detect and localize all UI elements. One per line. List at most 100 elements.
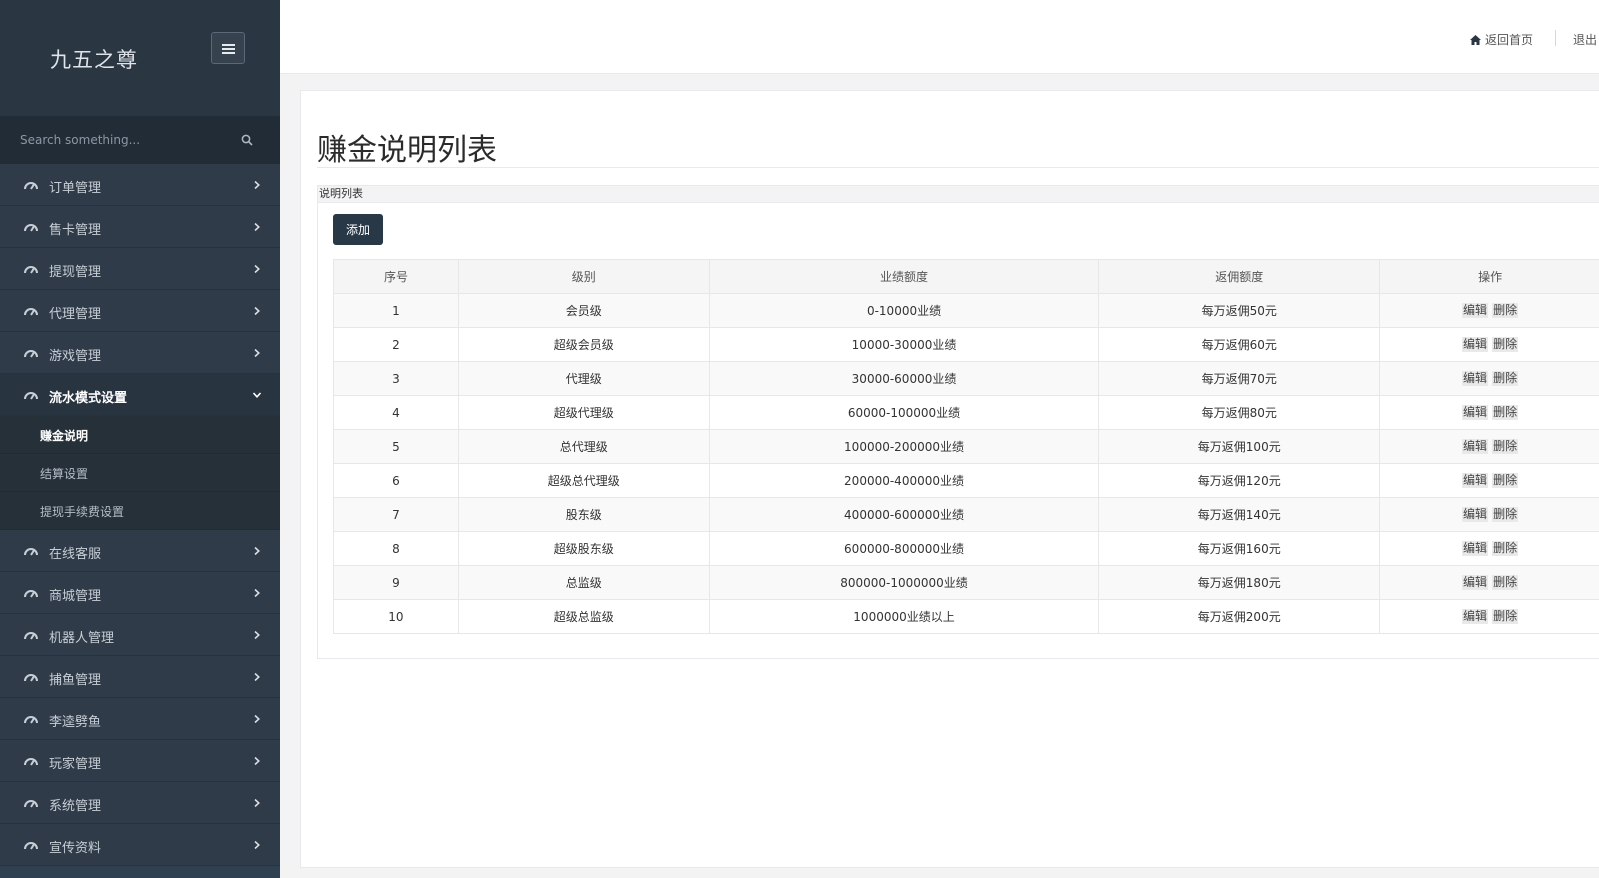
dashboard-gauge-icon [23, 305, 39, 317]
table-cell: 2 [333, 327, 459, 362]
sidebar-item[interactable]: 订单管理 [0, 164, 280, 206]
column-header: 业绩额度 [708, 259, 1100, 294]
table-cell: 7 [333, 497, 459, 532]
edit-button[interactable]: 编辑 [1462, 541, 1489, 556]
sidebar-item[interactable]: 代理管理 [0, 290, 280, 332]
sidebar-item-label: 李逵劈鱼 [49, 715, 102, 730]
sidebar-item[interactable]: 玩家管理 [0, 740, 280, 782]
dashboard-gauge-icon [23, 755, 39, 767]
dashboard-gauge-icon [23, 347, 39, 359]
edit-button[interactable]: 编辑 [1462, 337, 1489, 352]
brand-header: 九五之尊 [0, 0, 280, 116]
table-cell: 股东级 [457, 497, 710, 532]
table-cell: 100000-200000业绩 [708, 429, 1100, 464]
dashboard-gauge-icon [23, 629, 39, 641]
edit-button[interactable]: 编辑 [1462, 303, 1489, 318]
edit-button[interactable]: 编辑 [1462, 439, 1489, 454]
chevron-right-icon [252, 797, 262, 808]
sidebar-item[interactable]: 在线客服 [0, 530, 280, 572]
table-cell: 1 [333, 293, 459, 328]
table-cell: 800000-1000000业绩 [708, 565, 1100, 600]
home-link[interactable]: 返回首页 [1470, 31, 1533, 48]
list-box: 说明列表 添加 序号 级别 业绩额度 返佣额度 操作 1 会员级 0-10000业绩… [317, 185, 1599, 659]
edit-button[interactable]: 编辑 [1462, 575, 1489, 590]
top-bar: 返回首页 退出 [280, 0, 1599, 74]
table-row: 1 会员级 0-10000业绩 每万返佣50元 编辑 删除 [333, 293, 1599, 328]
box-title: 说明列表 [318, 186, 1599, 203]
chevron-right-icon [252, 713, 262, 724]
brand-name: 九五之尊 [50, 48, 138, 72]
edit-button[interactable]: 编辑 [1462, 507, 1489, 522]
sidebar-item-label: 商城管理 [49, 589, 102, 604]
delete-button[interactable]: 删除 [1492, 439, 1519, 454]
delete-button[interactable]: 删除 [1492, 405, 1519, 420]
sidebar-subitem[interactable]: 提现手续费设置 [0, 492, 280, 530]
hamburger-icon-bar [222, 44, 235, 46]
column-header: 级别 [457, 259, 710, 294]
table-cell: 10 [333, 599, 459, 634]
table-row: 8 超级股东级 600000-800000业绩 每万返佣160元 编辑 删除 [333, 531, 1599, 566]
edit-button[interactable]: 编辑 [1462, 473, 1489, 488]
sidebar-nav: 订单管理 售卡管理 提现管理代理管理游戏管理流水模式设置赚金说明 结算设置提现手续费设… [0, 164, 280, 866]
sidebar-item[interactable]: 商城管理 [0, 572, 280, 614]
sidebar-subitem-label: 提现手续费设置 [40, 505, 125, 519]
sidebar-item[interactable]: 游戏管理 [0, 332, 280, 374]
delete-button[interactable]: 删除 [1492, 371, 1519, 386]
dashboard-gauge-icon [23, 221, 39, 233]
delete-button[interactable]: 删除 [1492, 473, 1519, 488]
sidebar-subitem[interactable]: 结算设置 [0, 454, 280, 492]
sidebar-item-label: 代理管理 [49, 307, 102, 322]
sidebar-item-label: 游戏管理 [49, 349, 102, 364]
sidebar-item[interactable]: 宣传资料 [0, 824, 280, 866]
table-cell: 超级股东级 [457, 531, 710, 566]
add-button[interactable]: 添加 [333, 214, 383, 245]
delete-button[interactable]: 删除 [1492, 303, 1519, 318]
actions-cell: 编辑 删除 [1379, 463, 1599, 498]
table-cell: 总代理级 [457, 429, 710, 464]
edit-button[interactable]: 编辑 [1462, 609, 1489, 624]
chevron-right-icon [252, 179, 262, 190]
search-icon[interactable] [241, 134, 253, 146]
sidebar-item[interactable]: 机器人管理 [0, 614, 280, 656]
sidebar-item[interactable]: 流水模式设置 [0, 374, 280, 416]
actions-cell: 编辑 删除 [1379, 327, 1599, 362]
delete-button[interactable]: 删除 [1492, 541, 1519, 556]
table-cell: 200000-400000业绩 [708, 463, 1100, 498]
sidebar-item[interactable]: 李逵劈鱼 [0, 698, 280, 740]
table-cell: 每万返佣100元 [1098, 429, 1381, 464]
menu-toggle-button[interactable] [211, 32, 245, 64]
table-cell: 每万返佣70元 [1098, 361, 1381, 396]
chevron-right-icon [252, 545, 262, 556]
table-cell: 0-10000业绩 [708, 293, 1100, 328]
table-cell: 总监级 [457, 565, 710, 600]
delete-button[interactable]: 删除 [1492, 575, 1519, 590]
dashboard-gauge-icon [23, 545, 39, 557]
table-cell: 每万返佣180元 [1098, 565, 1381, 600]
column-header: 操作 [1379, 259, 1599, 294]
chevron-right-icon [252, 839, 262, 850]
chevron-right-icon [252, 263, 262, 274]
sidebar-item[interactable]: 系统管理 [0, 782, 280, 824]
delete-button[interactable]: 删除 [1492, 507, 1519, 522]
delete-button[interactable]: 删除 [1492, 337, 1519, 352]
sidebar-subitem[interactable]: 赚金说明 [0, 416, 280, 454]
edit-button[interactable]: 编辑 [1462, 371, 1489, 386]
table-row: 6 超级总代理级 200000-400000业绩 每万返佣120元 编辑 删除 [333, 463, 1599, 498]
sidebar-item-label: 流水模式设置 [49, 391, 128, 406]
table-cell: 超级代理级 [457, 395, 710, 430]
sidebar-item[interactable]: 售卡管理 [0, 206, 280, 248]
table-cell: 每万返佣200元 [1098, 599, 1381, 634]
chevron-down-icon [252, 389, 262, 399]
logout-link[interactable]: 退出 [1573, 31, 1597, 48]
sidebar-item[interactable]: 捕鱼管理 [0, 656, 280, 698]
delete-button[interactable]: 删除 [1492, 609, 1519, 624]
search-input[interactable] [0, 116, 230, 164]
chevron-right-icon [252, 305, 262, 316]
dashboard-gauge-icon [23, 263, 39, 275]
sidebar-item[interactable]: 提现管理 [0, 248, 280, 290]
edit-button[interactable]: 编辑 [1462, 405, 1489, 420]
table-cell: 60000-100000业绩 [708, 395, 1100, 430]
actions-cell: 编辑 删除 [1379, 565, 1599, 600]
table-cell: 4 [333, 395, 459, 430]
chevron-right-icon [252, 755, 262, 766]
